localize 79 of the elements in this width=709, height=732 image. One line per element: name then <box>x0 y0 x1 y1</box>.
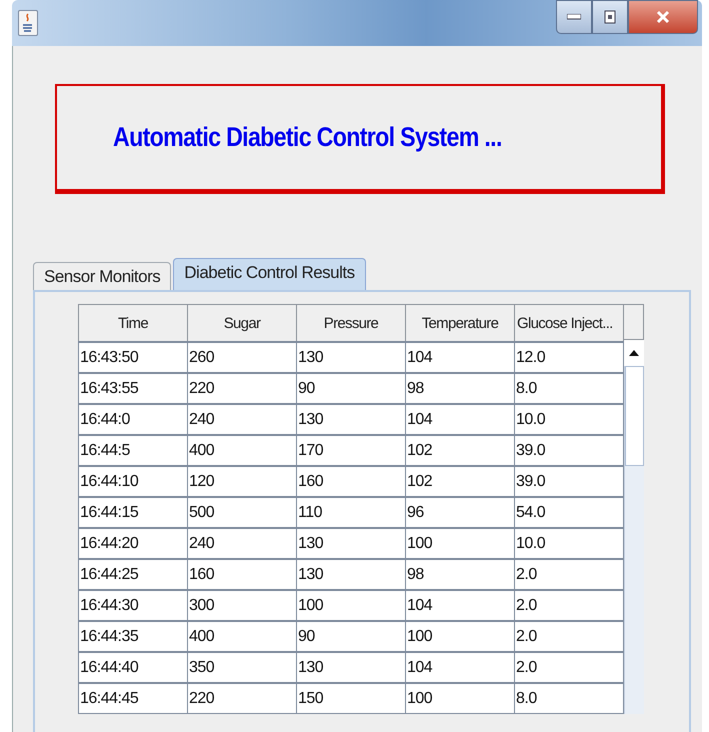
table-cell: 8.0 <box>514 683 624 714</box>
maximize-icon <box>604 10 616 24</box>
table-cell: 130 <box>296 528 406 559</box>
table-cell: 170 <box>296 435 406 466</box>
table-cell: 16:44:35 <box>78 621 188 652</box>
table-cell: 104 <box>406 342 514 373</box>
table-cell: 130 <box>296 652 406 683</box>
table-cell: 102 <box>406 466 514 497</box>
table-cell: 100 <box>296 590 406 621</box>
table-cell: 8.0 <box>514 373 624 404</box>
table-cell: 104 <box>406 404 514 435</box>
table-cell: 16:43:50 <box>78 342 188 373</box>
table-cell: 300 <box>188 590 296 621</box>
table-cell: 16:44:30 <box>78 590 188 621</box>
table-cell: 16:44:45 <box>78 683 188 714</box>
column-header[interactable]: Sugar <box>188 304 296 342</box>
table-cell: 39.0 <box>514 435 624 466</box>
table-cell: 96 <box>406 497 514 528</box>
table-cell: 100 <box>406 683 514 714</box>
table-cell: 400 <box>188 435 296 466</box>
header-corner <box>624 304 644 340</box>
table-cell: 110 <box>296 497 406 528</box>
table-cell: 120 <box>188 466 296 497</box>
up-arrow-icon <box>629 350 639 356</box>
banner-title: Automatic Diabetic Control System ... <box>113 122 502 153</box>
table-cell: 102 <box>406 435 514 466</box>
table-cell: 2.0 <box>514 621 624 652</box>
table-cell: 130 <box>296 342 406 373</box>
minimize-icon <box>567 14 581 20</box>
table-cell: 16:44:25 <box>78 559 188 590</box>
maximize-button[interactable] <box>592 0 628 34</box>
app-icon <box>18 10 38 36</box>
table-cell: 98 <box>406 559 514 590</box>
table-cell: 10.0 <box>514 528 624 559</box>
table-cell: 160 <box>296 466 406 497</box>
table-cell: 2.0 <box>514 652 624 683</box>
table-cell: 240 <box>188 528 296 559</box>
tab[interactable]: Diabetic Control Results <box>173 258 366 290</box>
tab[interactable]: Sensor Monitors <box>33 262 172 290</box>
table-cell: 220 <box>188 373 296 404</box>
table-cell: 98 <box>406 373 514 404</box>
table-cell: 100 <box>406 528 514 559</box>
table-cell: 10.0 <box>514 404 624 435</box>
table-cell: 160 <box>188 559 296 590</box>
column-header[interactable]: Pressure <box>296 304 406 342</box>
scrollbar-thumb[interactable] <box>625 366 644 466</box>
table-cell: 16:43:55 <box>78 373 188 404</box>
table-cell: 16:44:15 <box>78 497 188 528</box>
scroll-up-button[interactable] <box>624 340 644 366</box>
close-icon <box>656 10 670 24</box>
table-cell: 130 <box>296 404 406 435</box>
table-cell: 2.0 <box>514 590 624 621</box>
close-button[interactable] <box>628 0 698 34</box>
table-cell: 104 <box>406 590 514 621</box>
table-cell: 12.0 <box>514 342 624 373</box>
table-cell: 2.0 <box>514 559 624 590</box>
table-cell: 90 <box>296 621 406 652</box>
table-cell: 16:44:40 <box>78 652 188 683</box>
table-cell: 100 <box>406 621 514 652</box>
table-cell: 90 <box>296 373 406 404</box>
table-cell: 16:44:20 <box>78 528 188 559</box>
table-cell: 16:44:0 <box>78 404 188 435</box>
table-cell: 400 <box>188 621 296 652</box>
minimize-button[interactable] <box>556 0 592 34</box>
table-cell: 240 <box>188 404 296 435</box>
column-header[interactable]: Time <box>78 304 188 342</box>
table-cell: 104 <box>406 652 514 683</box>
column-header[interactable]: Glucose Inject... <box>514 304 624 342</box>
table-cell: 16:44:5 <box>78 435 188 466</box>
table-cell: 39.0 <box>514 466 624 497</box>
table-cell: 150 <box>296 683 406 714</box>
table-cell: 16:44:10 <box>78 466 188 497</box>
table-cell: 260 <box>188 342 296 373</box>
table-cell: 220 <box>188 683 296 714</box>
table-cell: 54.0 <box>514 497 624 528</box>
column-header[interactable]: Temperature <box>406 304 514 342</box>
table-cell: 500 <box>188 497 296 528</box>
table-cell: 350 <box>188 652 296 683</box>
table-cell: 130 <box>296 559 406 590</box>
